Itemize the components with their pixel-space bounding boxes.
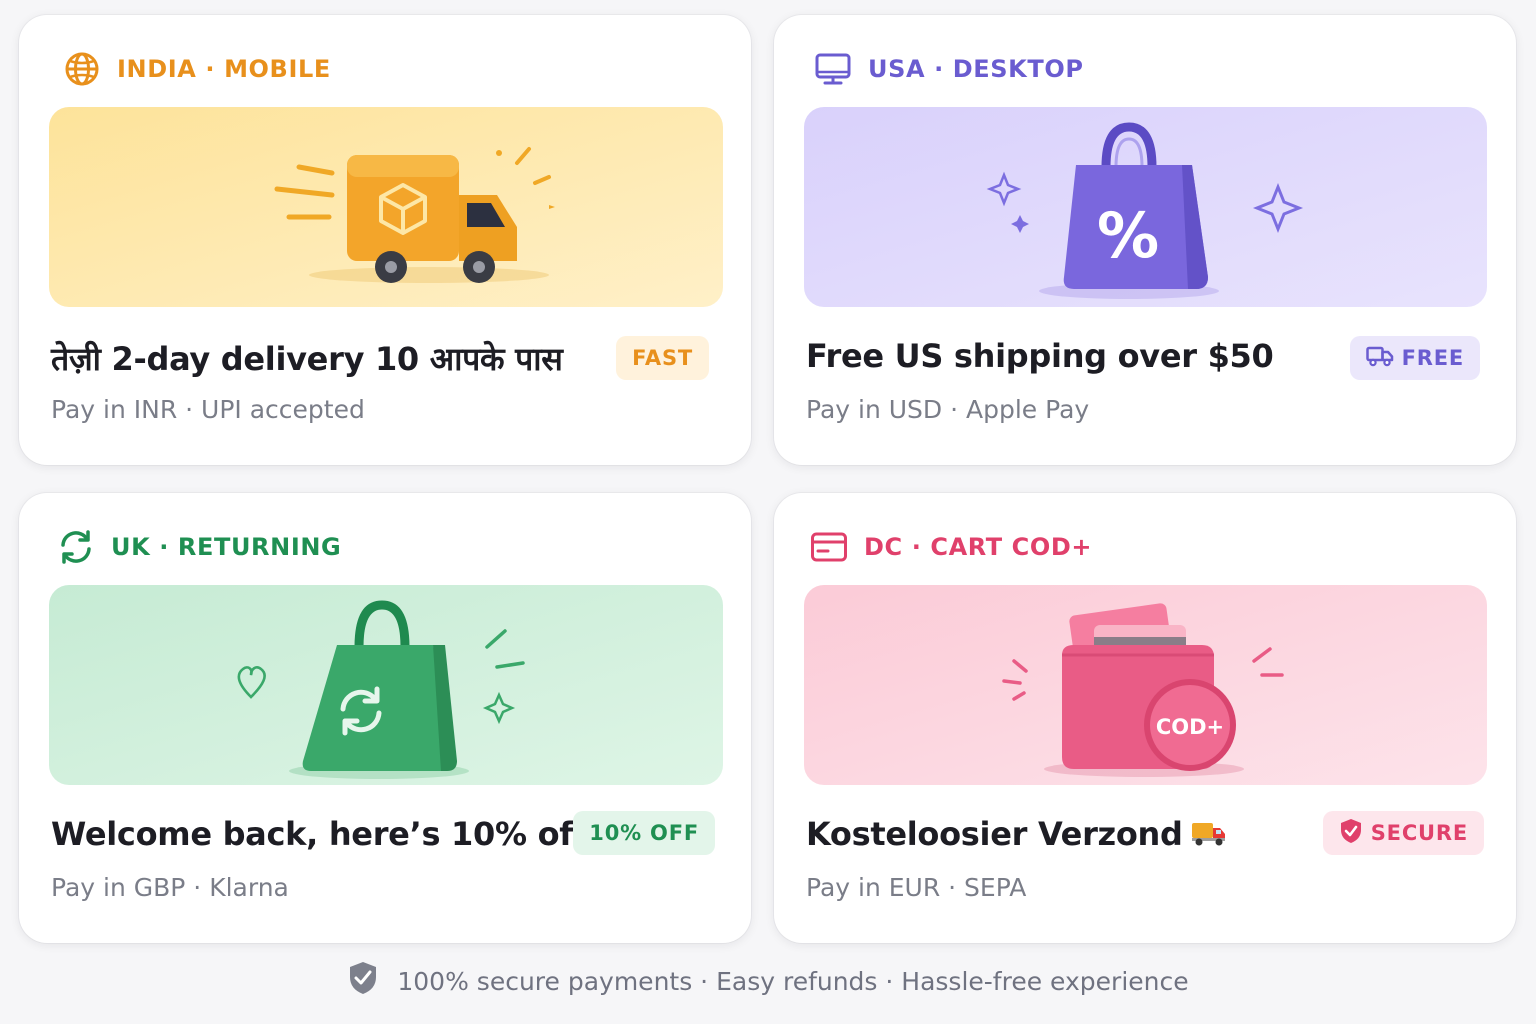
- payment-info: Pay in GBP · Klarna: [51, 873, 289, 902]
- shield-check-icon: [1339, 818, 1363, 849]
- globe-icon: [63, 50, 101, 88]
- card-uk-returning[interactable]: UK · RETURNING Welcome back, here’s 10% …: [19, 493, 751, 943]
- badge-label: FAST: [632, 346, 693, 370]
- trust-footer: 100% secure payments · Easy refunds · Ha…: [0, 960, 1536, 1002]
- card-india-mobile[interactable]: INDIA · MOBILE तेज़ी 2-day delivery 10 आ…: [19, 15, 751, 465]
- card-segment-label: DC · CART COD+: [864, 533, 1093, 561]
- wallet-cod-illustration: COD+: [804, 585, 1487, 785]
- payment-info: Pay in INR · UPI accepted: [51, 395, 365, 424]
- shield-check-icon: [347, 960, 379, 1002]
- coin-label: COD+: [1156, 715, 1224, 739]
- delivery-truck-illustration: [49, 107, 723, 307]
- trust-text: 100% secure payments · Easy refunds · Ha…: [397, 966, 1189, 996]
- card-dc-cart-cod[interactable]: DC · CART COD+ COD+ Kosteloosier Verzond…: [774, 493, 1516, 943]
- desktop-monitor-icon: [814, 50, 852, 88]
- card-title: तेज़ी 2-day delivery 10 आपके पास: [51, 340, 563, 378]
- card-title-text: Welcome back, here’s 10% off: [51, 815, 587, 853]
- fast-badge: FAST: [616, 336, 709, 380]
- free-badge: FREE: [1349, 336, 1480, 380]
- discount-badge: 10% OFF: [573, 811, 715, 855]
- card-title: Welcome back, here’s 10% off: [51, 815, 629, 856]
- card-title-text: Kosteloosier Verzond: [806, 815, 1183, 853]
- card-header: USA · DESKTOP: [814, 49, 1084, 89]
- badge-label: 10% OFF: [589, 821, 699, 845]
- card-title: Free US shipping over $50: [806, 337, 1274, 375]
- badge-label: SECURE: [1370, 821, 1468, 845]
- shopping-bag-percent-illustration: %: [804, 107, 1487, 307]
- truck-icon: [1365, 345, 1394, 372]
- card-segment-label: UK · RETURNING: [111, 533, 342, 561]
- card-header: UK · RETURNING: [57, 527, 341, 567]
- delivery-truck-emoji-icon: [1191, 817, 1227, 855]
- shopping-bag-refresh-illustration: [49, 585, 723, 785]
- secure-badge: SECURE: [1322, 811, 1484, 855]
- card-segment-label: USA · DESKTOP: [868, 55, 1084, 83]
- card-header: INDIA · MOBILE: [63, 49, 331, 89]
- credit-card-icon: [810, 528, 848, 566]
- refresh-icon: [57, 528, 95, 566]
- card-usa-desktop[interactable]: USA · DESKTOP % Free US shipping over $5…: [774, 15, 1516, 465]
- card-title: Kosteloosier Verzond: [806, 815, 1227, 855]
- card-segment-label: INDIA · MOBILE: [117, 55, 331, 83]
- badge-label: FREE: [1401, 346, 1464, 370]
- card-header: DC · CART COD+: [810, 527, 1092, 567]
- payment-info: Pay in EUR · SEPA: [806, 873, 1027, 902]
- svg-text:%: %: [1097, 199, 1159, 272]
- payment-info: Pay in USD · Apple Pay: [806, 395, 1090, 424]
